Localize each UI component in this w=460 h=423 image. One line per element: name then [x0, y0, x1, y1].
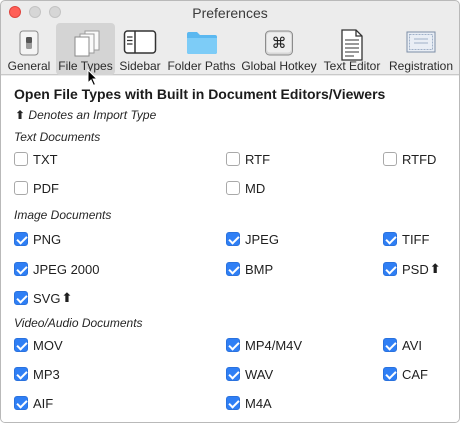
sidebar-icon — [123, 30, 157, 54]
toolbar-label-text-editor: Text Editor — [323, 59, 381, 73]
toolbar-label-file-types: File Types — [58, 59, 113, 73]
checkbox-m4a[interactable]: M4A — [226, 395, 272, 411]
toolbar-label-sidebar: Sidebar — [119, 59, 161, 73]
checkbox-rtfd[interactable]: RTFD — [383, 151, 436, 167]
checkbox-label: RTF — [245, 151, 271, 167]
checkbox-box[interactable] — [383, 262, 397, 276]
checkbox-label: RTFD — [402, 151, 437, 167]
import-arrow-icon: ⬆ — [61, 290, 73, 305]
checkbox-box[interactable] — [14, 232, 28, 246]
mouse-pointer-icon — [87, 69, 99, 87]
checkbox-mov[interactable]: MOV — [14, 337, 63, 353]
preferences-toolbar: General File Types Sidebar Folder Paths … — [1, 23, 459, 75]
import-arrow-icon: ⬆ — [429, 261, 441, 276]
checkbox-label: BMP — [245, 261, 274, 277]
checkbox-bmp[interactable]: BMP — [226, 261, 273, 277]
checkbox-label: MP3 — [33, 366, 60, 382]
preferences-window: Preferences General File Types Sidebar F… — [0, 0, 460, 423]
toolbar-item-general[interactable]: General — [5, 23, 53, 75]
toolbar-item-registration[interactable]: Registration — [386, 23, 456, 75]
import-note: ⬆ Denotes an Import Type — [14, 108, 156, 122]
checkbox-caf[interactable]: CAF — [383, 366, 428, 382]
checkbox-md[interactable]: MD — [226, 180, 265, 196]
checkbox-aif[interactable]: AIF — [14, 395, 53, 411]
toolbar-item-global-hotkey[interactable]: ⌘ Global Hotkey — [240, 23, 318, 75]
checkbox-box[interactable] — [226, 152, 240, 166]
toolbar-label-general: General — [7, 59, 51, 73]
checkbox-box[interactable] — [14, 291, 28, 305]
checkbox-box[interactable] — [226, 396, 240, 410]
command-key-icon: ⌘ — [265, 30, 293, 56]
checkbox-txt[interactable]: TXT — [14, 151, 58, 167]
checkbox-box[interactable] — [14, 152, 28, 166]
checkbox-label: WAV — [245, 366, 274, 382]
checkbox-label: PNG — [33, 231, 62, 247]
checkbox-mp4-m4v[interactable]: MP4/M4V — [226, 337, 302, 353]
pane-heading: Open File Types with Built in Document E… — [14, 86, 386, 102]
checkbox-box[interactable] — [14, 367, 28, 381]
checkbox-png[interactable]: PNG — [14, 231, 61, 247]
checkbox-label: JPEG — [245, 231, 279, 247]
checkbox-box[interactable] — [14, 396, 28, 410]
checkbox-svg[interactable]: SVG ⬆ — [14, 290, 72, 306]
toolbar-item-folder-paths[interactable]: Folder Paths — [166, 23, 237, 75]
checkbox-box[interactable] — [14, 181, 28, 195]
checkbox-box[interactable] — [226, 262, 240, 276]
checkbox-box[interactable] — [383, 232, 397, 246]
svg-text:⌘: ⌘ — [272, 34, 287, 52]
section-label-text: Text Documents — [14, 130, 101, 144]
section-label-image: Image Documents — [14, 208, 112, 222]
checkbox-label: PDF — [33, 180, 59, 196]
window-title: Preferences — [192, 5, 268, 21]
documents-icon — [74, 30, 99, 57]
file-types-pane: Open File Types with Built in Document E… — [1, 76, 459, 422]
checkbox-box[interactable] — [383, 152, 397, 166]
toolbar-label-folder-paths: Folder Paths — [167, 59, 236, 73]
checkbox-box[interactable] — [14, 262, 28, 276]
checkbox-jpeg[interactable]: JPEG — [226, 231, 279, 247]
toolbar-label-global-hotkey: Global Hotkey — [241, 59, 317, 73]
checkbox-label: TIFF — [402, 231, 430, 247]
checkbox-label: M4A — [245, 395, 272, 411]
toolbar-item-file-types[interactable]: File Types — [56, 23, 115, 75]
import-note-text: Denotes an Import Type — [28, 108, 157, 122]
checkbox-label: JPEG 2000 — [33, 261, 100, 277]
checkbox-label: SVG — [33, 290, 61, 306]
checkbox-box[interactable] — [226, 367, 240, 381]
checkbox-tiff[interactable]: TIFF — [383, 231, 429, 247]
checkbox-jpeg-2000[interactable]: JPEG 2000 — [14, 261, 100, 277]
checkbox-box[interactable] — [383, 367, 397, 381]
general-switch-icon — [19, 30, 39, 56]
checkbox-label: CAF — [402, 366, 428, 382]
section-label-media: Video/Audio Documents — [14, 316, 143, 330]
checkbox-pdf[interactable]: PDF — [14, 180, 59, 196]
toolbar-item-sidebar[interactable]: Sidebar — [117, 23, 163, 75]
checkbox-box[interactable] — [226, 338, 240, 352]
checkbox-label: AIF — [33, 395, 54, 411]
checkbox-wav[interactable]: WAV — [226, 366, 273, 382]
toolbar-label-registration: Registration — [388, 59, 454, 73]
checkbox-box[interactable] — [14, 338, 28, 352]
checkbox-box[interactable] — [226, 232, 240, 246]
checkbox-mp3[interactable]: MP3 — [14, 366, 60, 382]
folder-icon — [186, 32, 217, 54]
checkbox-avi[interactable]: AVI — [383, 337, 422, 353]
title-bar: Preferences — [1, 1, 459, 23]
checkbox-rtf[interactable]: RTF — [226, 151, 270, 167]
checkbox-box[interactable] — [226, 181, 240, 195]
checkbox-label: PSD — [402, 261, 429, 277]
checkbox-box[interactable] — [383, 338, 397, 352]
toolbar-item-text-editor[interactable]: Text Editor — [321, 23, 383, 75]
checkbox-label: MP4/M4V — [245, 337, 303, 353]
checkbox-psd[interactable]: PSD ⬆ — [383, 261, 441, 277]
checkbox-label: MD — [245, 180, 266, 196]
checkbox-label: AVI — [402, 337, 422, 353]
checkbox-label: MOV — [33, 337, 63, 353]
text-document-icon — [341, 29, 363, 61]
import-arrow-icon: ⬆ — [15, 108, 26, 122]
certificate-icon — [406, 31, 436, 53]
checkbox-label: TXT — [33, 151, 58, 167]
